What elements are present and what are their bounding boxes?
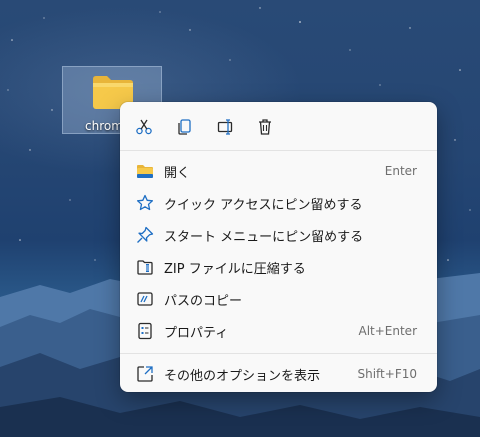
- menu-item-compress-zip[interactable]: ZIP ファイルに圧縮する: [124, 252, 433, 282]
- menu-item-properties[interactable]: プロパティ Alt+Enter: [124, 316, 433, 346]
- menu-item-label: ZIP ファイルに圧縮する: [164, 261, 306, 277]
- context-menu: 開く Enter クイック アクセスにピン留めする スタート メニューにピン留め…: [120, 102, 437, 392]
- cut-icon: [136, 119, 152, 135]
- properties-icon: [138, 322, 152, 340]
- context-menu-toolbar: [120, 102, 437, 150]
- menu-item-show-more-options[interactable]: その他のオプションを表示 Shift+F10: [124, 359, 433, 389]
- menu-item-pin-start[interactable]: スタート メニューにピン留めする: [124, 220, 433, 250]
- copy-icon: [178, 119, 191, 135]
- rename-button[interactable]: [213, 114, 239, 140]
- menu-item-copy-path[interactable]: パスのコピー: [124, 284, 433, 314]
- delete-button[interactable]: [252, 114, 278, 140]
- toolbar-separator: [120, 150, 437, 151]
- menu-item-label: その他のオプションを表示: [164, 368, 321, 384]
- menu-item-label: スタート メニューにピン留めする: [164, 229, 364, 245]
- star-icon: [136, 194, 154, 211]
- copy-path-icon: [137, 292, 153, 306]
- menu-item-shortcut: Enter: [384, 164, 417, 178]
- menu-item-label: クイック アクセスにピン留めする: [164, 197, 363, 213]
- menu-item-label: パスのコピー: [164, 293, 243, 309]
- folder-open-icon: [137, 165, 153, 178]
- zip-icon: [137, 260, 153, 275]
- cut-button[interactable]: [131, 114, 157, 140]
- menu-separator: [120, 353, 437, 354]
- menu-item-pin-quick-access[interactable]: クイック アクセスにピン留めする: [124, 188, 433, 218]
- menu-item-open[interactable]: 開く Enter: [124, 156, 433, 186]
- menu-item-shortcut: Shift+F10: [357, 367, 417, 381]
- more-options-icon: [137, 366, 153, 382]
- desktop-icon-label: chrom: [85, 119, 123, 133]
- rename-icon: [217, 119, 233, 135]
- menu-item-label: プロパティ: [164, 325, 229, 341]
- copy-button[interactable]: [172, 114, 198, 140]
- menu-item-label: 開く: [164, 165, 191, 181]
- pin-icon: [137, 226, 154, 243]
- delete-icon: [259, 119, 271, 135]
- menu-item-shortcut: Alt+Enter: [358, 324, 417, 338]
